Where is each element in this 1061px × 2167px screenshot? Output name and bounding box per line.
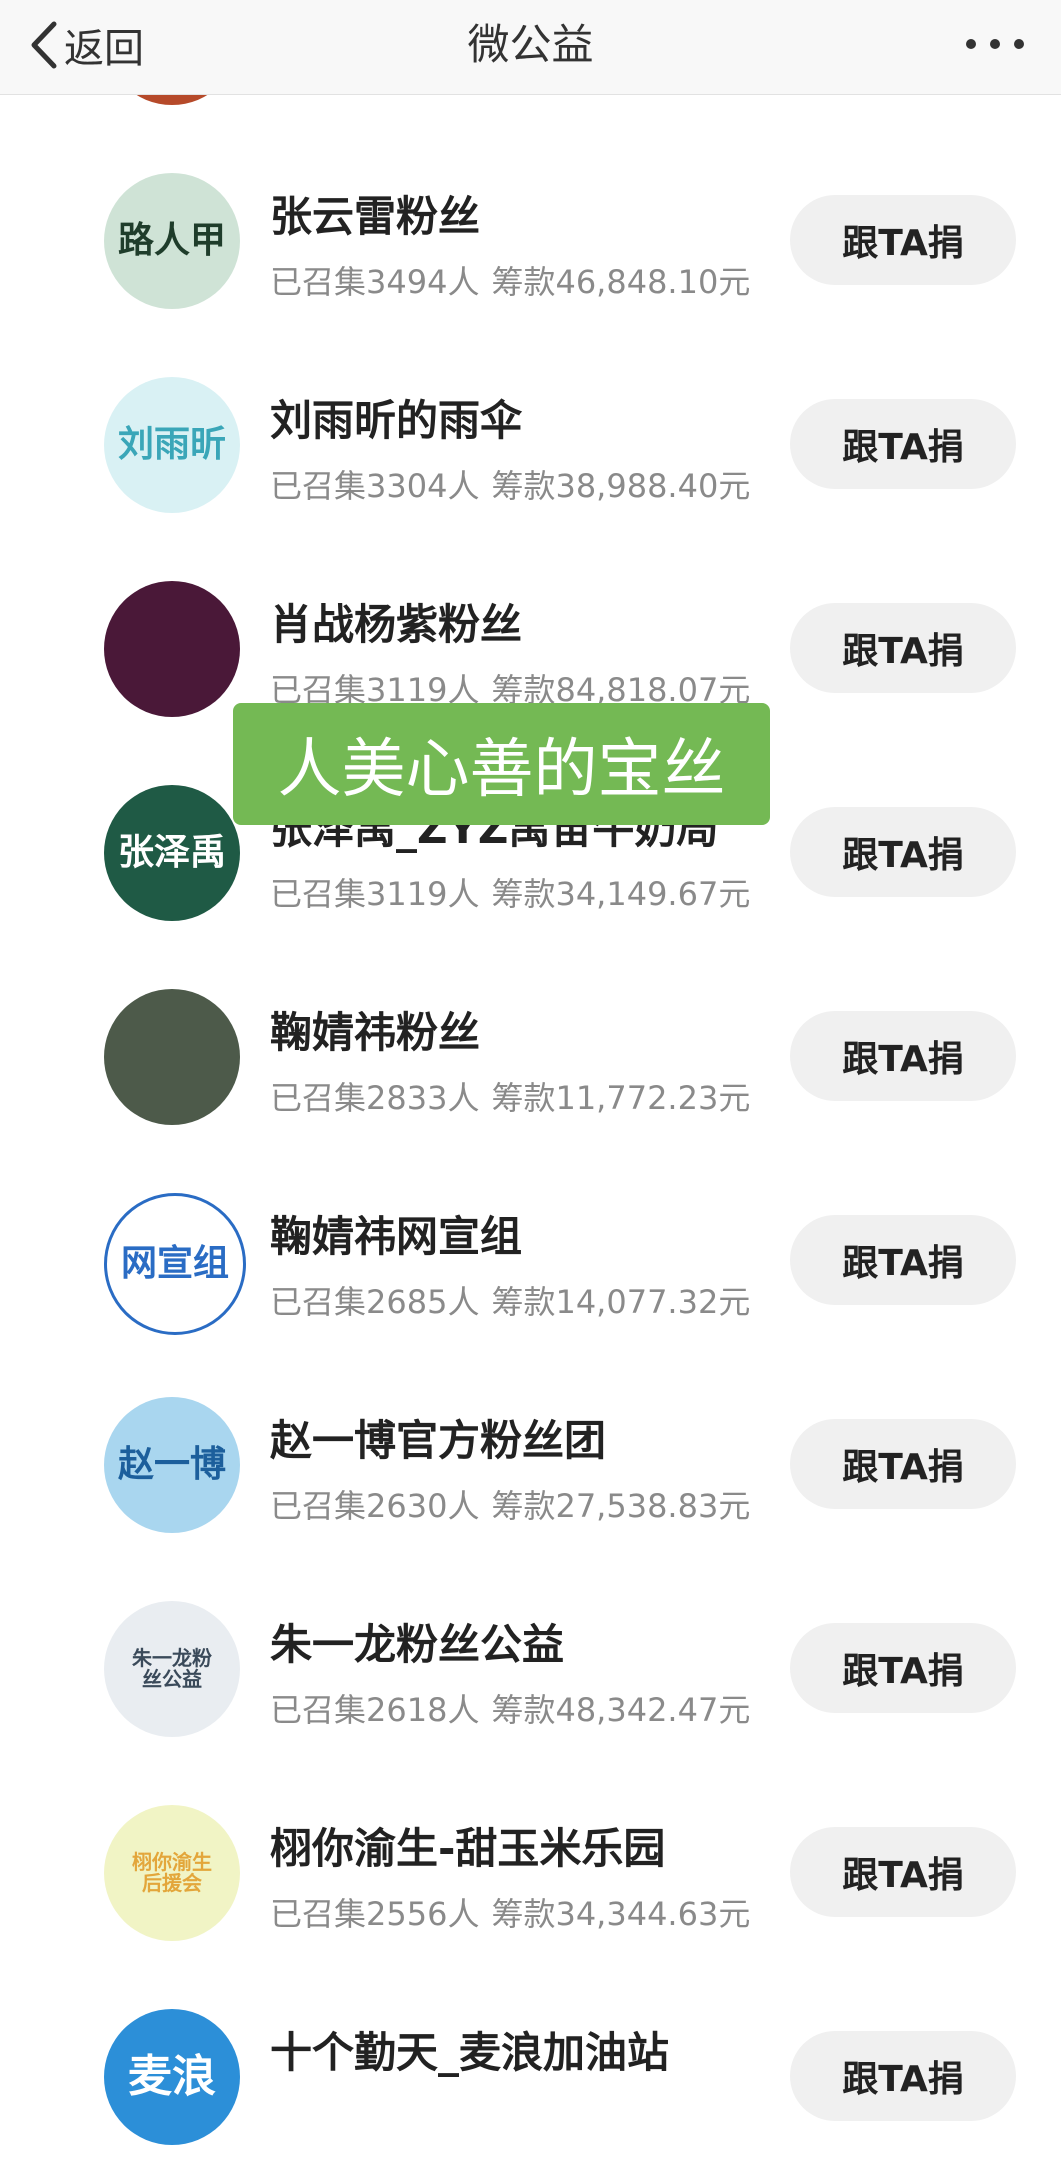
page-title: 微公益 (467, 20, 594, 69)
avatar-text: 张泽禹 (117, 832, 226, 874)
avatar: 刘雨昕 (104, 377, 240, 513)
group-name: 十个勤天_麦浪加油站 (270, 2028, 670, 2077)
group-name: 赵一博官方粉丝团 (270, 1416, 607, 1465)
list-item[interactable]: 鞠婧祎粉丝 已召集2833人 筹款11,772.23元 跟TA捐 (0, 967, 1061, 1147)
donation-amount: 筹款38,988.40元 (491, 467, 751, 505)
list-item[interactable]: 路人甲 张云雷粉丝 已召集3494人 筹款46,848.10元 跟TA捐 (0, 151, 1061, 331)
avatar-text: 赵一博 (117, 1444, 226, 1486)
group-name: 张云雷粉丝 (270, 192, 481, 241)
list-item[interactable]: 栩你渝生后援会 栩你渝生-甜玉米乐园 已召集2556人 筹款34,344.63元 跟TA… (0, 1783, 1061, 1963)
list-item[interactable]: 赵一博 赵一博官方粉丝团 已召集2630人 筹款27,538.83元 跟TA捐 (0, 1375, 1061, 1555)
participant-count: 已召集2618人 (270, 1691, 480, 1729)
avatar: 路人甲 (104, 173, 240, 309)
follow-donate-button[interactable]: 跟TA捐 (790, 2031, 1016, 2121)
follow-donate-button[interactable]: 跟TA捐 (790, 195, 1016, 285)
group-name: 朱一龙粉丝公益 (270, 1620, 565, 1669)
participant-count: 已召集3494人 (270, 263, 480, 301)
donation-amount: 筹款48,342.47元 (491, 1691, 751, 1729)
list-item[interactable]: 网宣组 鞠婧祎网宣组 已召集2685人 筹款14,077.32元 跟TA捐 (0, 1171, 1061, 1351)
avatar (104, 581, 240, 717)
group-stats (270, 2093, 282, 2131)
avatar: 张泽禹 (104, 785, 240, 921)
avatar-text: 麦浪 (128, 2050, 216, 2102)
group-stats: 已召集3119人 筹款34,149.67元 (270, 869, 750, 915)
avatar-text: 栩你渝生后援会 (132, 1850, 212, 1895)
follow-donate-button[interactable]: 跟TA捐 (790, 1419, 1016, 1509)
group-stats: 已召集2685人 筹款14,077.32元 (270, 1277, 750, 1323)
avatar: 栩你渝生后援会 (104, 1805, 240, 1941)
donation-amount: 筹款14,077.32元 (491, 1283, 751, 1321)
avatar-text: 朱一龙粉丝公益 (132, 1646, 212, 1691)
participant-count: 已召集2630人 (270, 1487, 480, 1525)
avatar: 麦浪 (104, 2009, 240, 2145)
group-stats: 已召集3494人 筹款46,848.10元 (270, 257, 750, 303)
participant-count: 已召集2685人 (270, 1283, 480, 1321)
group-stats: 已召集2833人 筹款11,772.23元 (270, 1073, 750, 1119)
donation-amount: 筹款34,149.67元 (491, 875, 751, 913)
participant-count: 已召集3304人 (270, 467, 480, 505)
list-item[interactable]: 刘雨昕 刘雨昕的雨伞 已召集3304人 筹款38,988.40元 跟TA捐 (0, 355, 1061, 535)
avatar (104, 989, 240, 1125)
avatar-text: 刘雨昕 (117, 424, 226, 466)
group-name: 肖战杨紫粉丝 (270, 600, 523, 649)
donation-amount: 筹款27,538.83元 (491, 1487, 751, 1525)
donation-amount: 筹款34,344.63元 (491, 1895, 751, 1933)
avatar: 赵一博 (104, 1397, 240, 1533)
avatar: 朱一龙粉丝公益 (104, 1601, 240, 1737)
follow-donate-button[interactable]: 跟TA捐 (790, 1011, 1016, 1101)
group-name: 栩你渝生-甜玉米乐园 (270, 1824, 666, 1873)
follow-donate-button[interactable]: 跟TA捐 (790, 603, 1016, 693)
avatar-text: 网宣组 (120, 1243, 229, 1285)
avatar-text: 路人甲 (117, 220, 226, 262)
follow-donate-button[interactable]: 跟TA捐 (790, 807, 1016, 897)
participant-count: 已召集3119人 (270, 875, 480, 913)
participant-count: 已召集2556人 (270, 1895, 480, 1933)
overlay-caption: 人美心善的宝丝 (233, 703, 770, 825)
group-stats: 已召集3304人 筹款38,988.40元 (270, 461, 750, 507)
follow-donate-button[interactable]: 跟TA捐 (790, 399, 1016, 489)
nav-bar: 返回 微公益 (0, 0, 1061, 95)
group-stats: 已召集2618人 筹款48,342.47元 (270, 1685, 750, 1731)
more-dots-icon[interactable] (963, 30, 1027, 58)
group-name: 鞠婧祎粉丝 (270, 1008, 481, 1057)
follow-donate-button[interactable]: 跟TA捐 (790, 1827, 1016, 1917)
donation-amount: 筹款11,772.23元 (491, 1079, 751, 1117)
group-stats: 已召集2630人 筹款27,538.83元 (270, 1481, 750, 1527)
list-item[interactable]: 朱一龙粉丝公益 朱一龙粉丝公益 已召集2618人 筹款48,342.47元 跟TA捐 (0, 1579, 1061, 1759)
avatar: 网宣组 (104, 1193, 246, 1335)
follow-donate-button[interactable]: 跟TA捐 (790, 1215, 1016, 1305)
follow-donate-button[interactable]: 跟TA捐 (790, 1623, 1016, 1713)
participant-count: 已召集2833人 (270, 1079, 480, 1117)
group-name: 刘雨昕的雨伞 (270, 396, 523, 445)
group-stats: 已召集2556人 筹款34,344.63元 (270, 1889, 750, 1935)
donation-amount: 筹款46,848.10元 (491, 263, 751, 301)
list-item[interactable]: 麦浪 十个勤天_麦浪加油站 跟TA捐 (0, 1987, 1061, 2167)
group-name: 鞠婧祎网宣组 (270, 1212, 523, 1261)
